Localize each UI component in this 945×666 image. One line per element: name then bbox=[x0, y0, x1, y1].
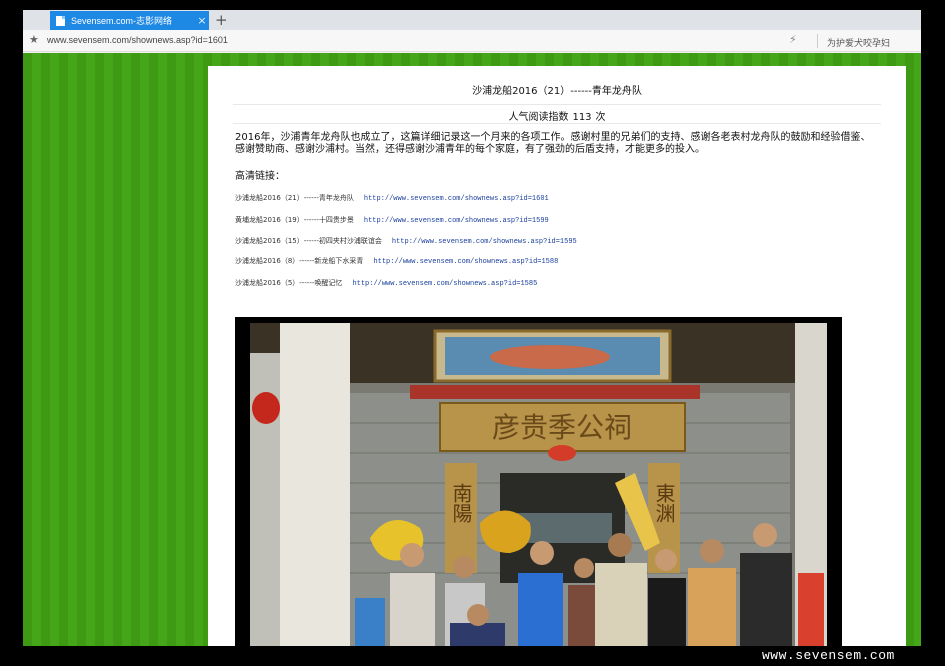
link-row: 沙浦龙船2016（21）------青年龙舟队 http://www.sevens… bbox=[235, 193, 549, 203]
link-label: 黄埔龙船2016（19）------十四贵步景 bbox=[235, 216, 354, 224]
address-bar: ★ www.sevensem.com/shownews.asp?id=1601 … bbox=[23, 30, 921, 52]
plaque-text: 彦贵季公祠 bbox=[492, 411, 632, 444]
divider bbox=[817, 34, 818, 48]
couplet-left-text: 南陽 bbox=[449, 483, 473, 523]
links-heading: 高清链接： bbox=[235, 171, 285, 182]
tab-title: Sevensem.com-志影网络 bbox=[71, 16, 173, 26]
link-url[interactable]: http://www.sevensem.com/shownews.asp?id=… bbox=[392, 238, 577, 246]
couplet-right-text: 東渊 bbox=[652, 483, 676, 523]
link-row: 黄埔龙船2016（19）------十四贵步景 http://www.sevens… bbox=[235, 215, 549, 225]
divider bbox=[233, 104, 881, 105]
page-viewport: 沙浦龙船2016（21）------青年龙舟队 人气阅读指数 113 次 2016年… bbox=[23, 53, 921, 646]
browser-window: Sevensem.com-志影网络 × + ★ www.sevensem.com… bbox=[23, 10, 921, 646]
article-body: 2016年，沙浦青年龙舟队也成立了，这篇详细记录这一个月来的各项工作。感谢村里的… bbox=[235, 132, 871, 155]
link-label: 沙浦龙船2016（8）------新龙船下水采青 bbox=[235, 257, 364, 265]
article-photo: 彦贵季公祠 南陽 東渊 bbox=[250, 323, 827, 646]
article-panel: 沙浦龙船2016（21）------青年龙舟队 人气阅读指数 113 次 2016年… bbox=[208, 66, 906, 646]
extension-news-link[interactable]: 为护爱犬咬孕妇 bbox=[827, 36, 890, 49]
tab-strip: Sevensem.com-志影网络 × + bbox=[23, 10, 921, 30]
link-url[interactable]: http://www.sevensem.com/shownews.asp?id=… bbox=[352, 280, 537, 288]
link-row: 沙浦龙船2016（8）------新龙船下水采青 http://www.seven… bbox=[235, 256, 558, 266]
divider bbox=[233, 123, 881, 124]
photo-illustration: 彦贵季公祠 南陽 東渊 bbox=[250, 323, 827, 646]
page-icon bbox=[56, 15, 65, 26]
photo-frame: 彦贵季公祠 南陽 東渊 bbox=[235, 317, 842, 646]
link-label: 沙浦龙船2016（21）------青年龙舟队 bbox=[235, 194, 354, 202]
watermark: www.sevensem.com bbox=[762, 648, 895, 663]
read-count-value: 113 bbox=[572, 112, 592, 123]
screenshot-frame: Sevensem.com-志影网络 × + ★ www.sevensem.com… bbox=[0, 0, 945, 666]
link-row: 沙浦龙船2016（15）------初四夹村沙浦联谊会 http://www.se… bbox=[235, 236, 577, 246]
link-row: 沙浦龙船2016（5）------唤醒记忆 http://www.sevensem… bbox=[235, 278, 537, 288]
article-title: 沙浦龙船2016（21）------青年龙舟队 bbox=[472, 86, 642, 97]
lightning-icon[interactable]: ⚡ bbox=[789, 33, 797, 46]
bookmark-star-icon[interactable]: ★ bbox=[29, 33, 39, 46]
tab-active[interactable]: Sevensem.com-志影网络 × bbox=[50, 11, 209, 30]
new-tab-button[interactable]: + bbox=[215, 11, 228, 29]
link-label: 沙浦龙船2016（5）------唤醒记忆 bbox=[235, 279, 343, 287]
close-tab-icon[interactable]: × bbox=[195, 14, 209, 27]
url-field[interactable]: www.sevensem.com/shownews.asp?id=1601 bbox=[47, 35, 228, 45]
read-count-label: 人气阅读指数 bbox=[508, 112, 569, 123]
link-url[interactable]: http://www.sevensem.com/shownews.asp?id=… bbox=[364, 195, 549, 203]
link-label: 沙浦龙船2016（15）------初四夹村沙浦联谊会 bbox=[235, 237, 382, 245]
link-url[interactable]: http://www.sevensem.com/shownews.asp?id=… bbox=[373, 258, 558, 266]
read-count-unit: 次 bbox=[595, 112, 606, 123]
read-count: 人气阅读指数 113 次 bbox=[208, 108, 906, 123]
link-url[interactable]: http://www.sevensem.com/shownews.asp?id=… bbox=[364, 217, 549, 225]
